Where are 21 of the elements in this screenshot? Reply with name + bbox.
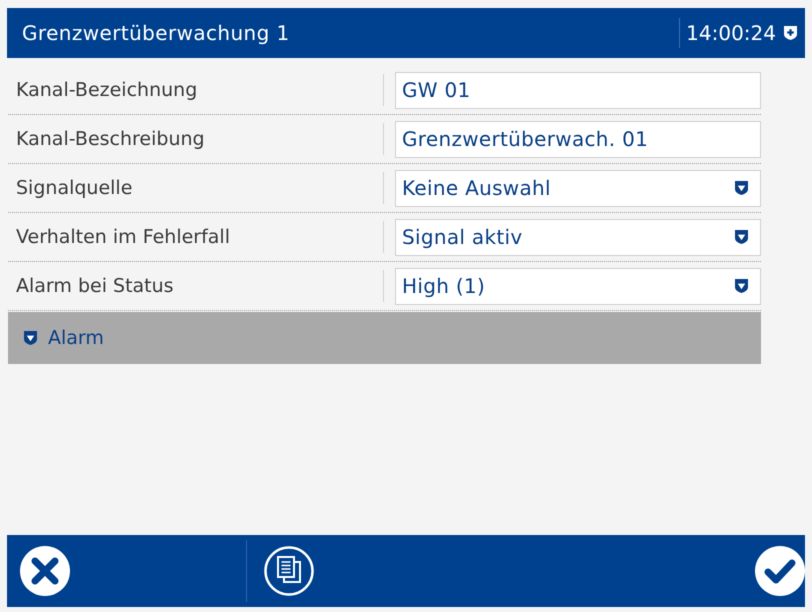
text-input-field[interactable]: GW 01 xyxy=(395,72,761,108)
section-header[interactable]: Alarm xyxy=(8,312,761,364)
field-label: Alarm bei Status xyxy=(15,275,175,297)
expand-icon[interactable] xyxy=(24,331,37,345)
field-label: Kanal-Bezeichnung xyxy=(15,79,198,101)
checkmark-icon[interactable] xyxy=(755,546,805,596)
field-label: Signalquelle xyxy=(15,177,134,199)
window-title: Grenzwertüberwachung 1 xyxy=(22,21,291,45)
dropdown-field[interactable]: Keine Auswahl xyxy=(395,170,761,206)
dropdown-icon[interactable] xyxy=(735,181,748,195)
clock-time: 14:00:24 xyxy=(686,21,776,45)
dropdown-field[interactable]: Signal aktiv xyxy=(395,218,761,256)
text-input-field[interactable]: Grenzwertüberwach. 01 xyxy=(395,120,761,158)
shield-plus-icon[interactable] xyxy=(784,26,797,40)
documents-icon[interactable] xyxy=(264,546,314,596)
dropdown-icon[interactable] xyxy=(735,279,748,293)
dropdown-field[interactable]: High (1) xyxy=(395,268,761,304)
field-label: Verhalten im Fehlerfall xyxy=(15,226,231,248)
close-icon[interactable] xyxy=(20,546,70,596)
dropdown-icon[interactable] xyxy=(735,230,748,244)
field-label: Kanal-Beschreibung xyxy=(15,128,206,150)
